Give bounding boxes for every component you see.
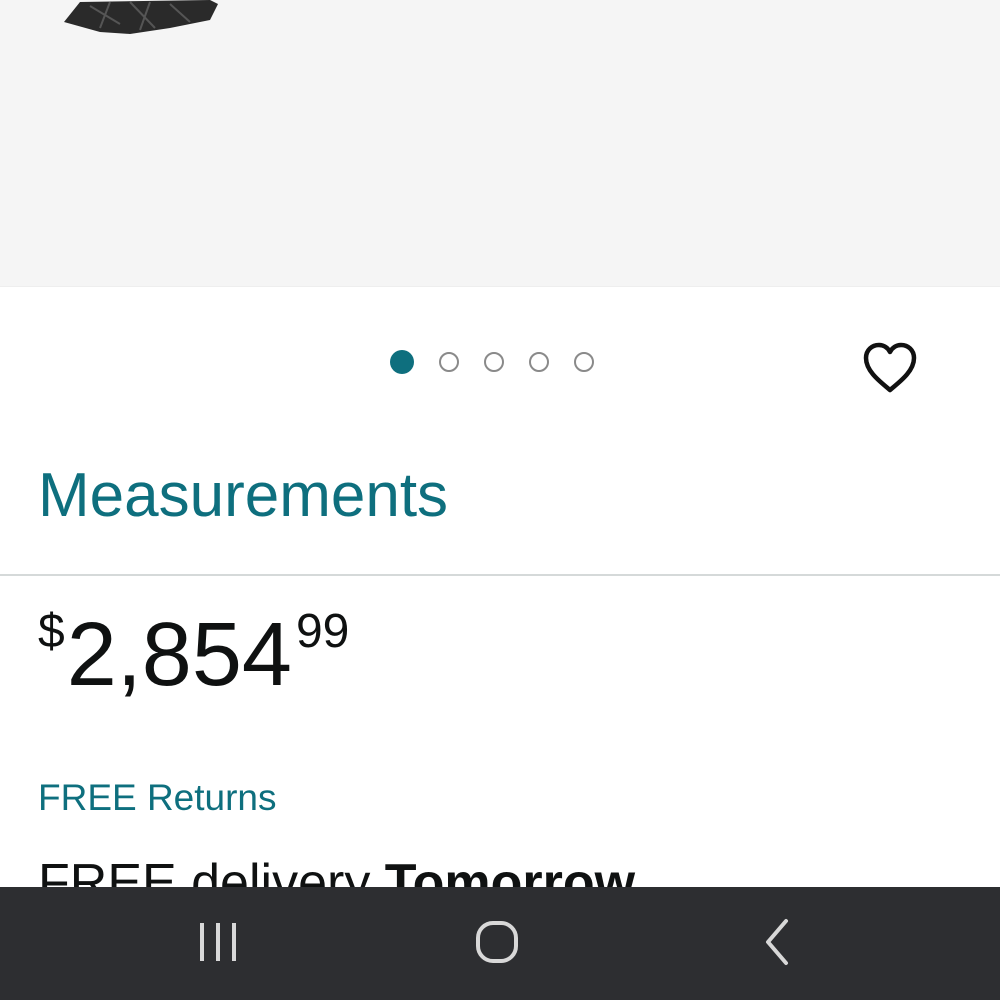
price-whole: 2,854: [66, 605, 292, 705]
carousel-dot[interactable]: [529, 352, 549, 372]
product-image: [64, 0, 218, 34]
product-price: $2,85499: [38, 600, 349, 710]
home-icon[interactable]: [467, 917, 527, 967]
product-detail-screen: Measurements $2,85499 FREE Returns FREE …: [0, 0, 1000, 1000]
carousel-dot-active[interactable]: [390, 350, 414, 374]
price-currency-symbol: $: [38, 605, 65, 658]
measurements-link[interactable]: Measurements: [38, 458, 448, 534]
carousel-dot[interactable]: [439, 352, 459, 372]
wishlist-heart-icon[interactable]: [860, 340, 920, 396]
carousel-dot[interactable]: [484, 352, 504, 372]
image-carousel-dots: [390, 350, 594, 374]
section-divider: [0, 574, 1000, 576]
free-returns-link[interactable]: FREE Returns: [38, 776, 277, 820]
recent-apps-icon[interactable]: [188, 917, 248, 967]
back-icon[interactable]: [748, 917, 808, 967]
product-image-area[interactable]: [0, 0, 1000, 287]
android-navigation-bar: [0, 887, 1000, 1000]
price-fraction: 99: [295, 605, 350, 658]
carousel-dot[interactable]: [574, 352, 594, 372]
